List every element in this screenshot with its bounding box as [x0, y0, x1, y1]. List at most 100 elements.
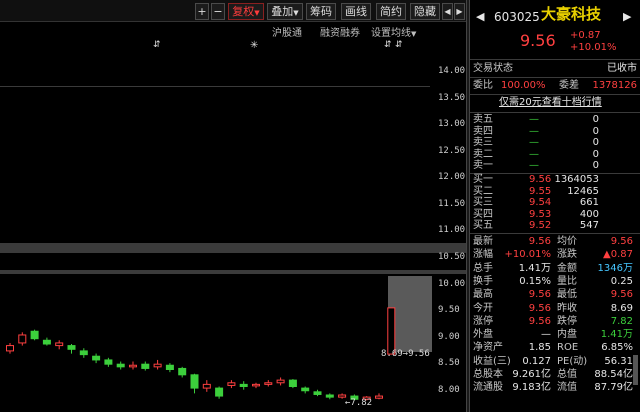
level-volume: 661	[579, 197, 599, 208]
scroll-left-icon[interactable]: ◀	[476, 11, 484, 23]
quote-value: 9.183亿	[512, 382, 551, 394]
candle-body	[190, 374, 199, 389]
candle-body	[375, 395, 383, 399]
candle-body	[313, 391, 322, 395]
ask-level: 卖五 — 0	[473, 114, 637, 126]
level-price: —	[529, 114, 539, 125]
quote-value: +10.01%	[504, 249, 551, 261]
candle-body	[178, 367, 187, 376]
ask-level: 卖二 — 0	[473, 149, 637, 161]
level-price: —	[529, 125, 539, 137]
quote-value: —	[541, 329, 551, 341]
candle	[276, 377, 285, 386]
diff-label: 委差	[559, 80, 579, 91]
candle-body	[252, 383, 260, 387]
ask-level: 卖三 — 0	[473, 137, 637, 149]
quote-row: 总股本 9.261亿 总值 88.54亿	[473, 369, 637, 381]
scroll-right-icon[interactable]: ▶	[623, 11, 631, 23]
quote-label: 总股本	[473, 369, 503, 380]
candle	[202, 380, 211, 392]
quote-value: 9.56	[528, 315, 551, 327]
separator	[470, 77, 640, 78]
separator	[470, 94, 640, 95]
quote-row: 收益(三) 0.127 PE(动) 56.31	[473, 356, 637, 368]
candle	[18, 332, 27, 346]
level-price: 9.53	[529, 208, 552, 220]
quote-label: 最低	[557, 289, 577, 301]
candle	[301, 386, 310, 394]
ask-level: 卖一 — 0	[473, 160, 637, 172]
quote-value: 9.56	[528, 236, 551, 247]
bid-level: 买二 9.55 12465	[473, 186, 637, 198]
candle-body	[55, 342, 64, 347]
bid-level: 买三 9.54 661	[473, 197, 637, 209]
quote-value: 9.56	[610, 289, 633, 301]
quote-value: 1.41万	[600, 329, 633, 341]
candle	[116, 361, 125, 370]
quote-label: 内盘	[557, 329, 577, 341]
candle-body	[129, 364, 137, 368]
quote-label: 涨跌	[557, 249, 577, 261]
quote-value: ▲0.87	[603, 249, 633, 261]
candle-body	[239, 383, 248, 387]
quote-label: 昨收	[557, 302, 577, 314]
quote-label: 金额	[557, 262, 577, 274]
level-volume: 0	[592, 148, 599, 160]
quote-label: 涨幅	[473, 249, 493, 261]
level2-row: 仅需20元查看十档行情	[473, 97, 637, 109]
order-ratio-row: 委比 100.00% 委差 1378126	[473, 80, 637, 92]
candle-body	[301, 387, 310, 392]
candle	[165, 363, 174, 373]
level-volume: 12465	[567, 185, 599, 197]
quote-label: 最高	[473, 289, 493, 301]
candle-body	[288, 379, 297, 387]
candle-body	[42, 339, 51, 345]
quote-value: 87.79亿	[594, 382, 633, 394]
kline-chart-area[interactable]: + − 复权▼ 叠加▼ 筹码 画线 简约 隐藏 ◀ ▶ 沪股通 融资融券 设置均…	[0, 0, 466, 412]
level-price: 9.56	[529, 174, 552, 185]
candle	[325, 393, 334, 400]
candle-body	[79, 350, 88, 356]
quote-label: 流通股	[473, 382, 503, 394]
candle-body	[264, 382, 273, 385]
candle	[239, 381, 248, 390]
quote-row: 换手 0.15% 量比 0.25	[473, 276, 637, 288]
quote-row: 涨停 9.56 跌停 7.82	[473, 316, 637, 328]
quote-value: 9.56	[528, 289, 551, 301]
level-volume: 1364053	[554, 174, 599, 185]
candle	[141, 361, 150, 371]
candle	[387, 307, 396, 355]
candle	[6, 342, 14, 354]
candle	[375, 393, 383, 400]
level-label: 卖三	[473, 137, 493, 148]
quote-label: 收益(三)	[473, 355, 511, 367]
level2-link[interactable]: 仅需20元查看十档行情	[499, 97, 602, 109]
trade-status-value: 已收市	[607, 63, 637, 74]
level-label: 买三	[473, 197, 493, 208]
candle	[313, 389, 322, 397]
quote-label: 总手	[473, 262, 493, 274]
quote-label: 涨停	[473, 315, 493, 327]
level-price: —	[529, 148, 539, 160]
level-volume: 547	[579, 220, 599, 231]
candle	[178, 366, 187, 378]
candle	[42, 337, 51, 346]
level-volume: 0	[592, 160, 599, 171]
candle-body	[141, 363, 150, 369]
candle-body	[153, 363, 162, 368]
separator	[470, 112, 640, 113]
ratio-value: 100.00%	[501, 80, 546, 91]
quote-value: 9.261亿	[512, 369, 551, 380]
level-label: 卖四	[473, 125, 493, 137]
candle-body	[276, 379, 285, 384]
candle-body	[30, 330, 39, 340]
level-label: 买二	[473, 185, 493, 197]
level-label: 卖一	[473, 160, 493, 171]
quote-value: 1.85	[528, 342, 551, 354]
quote-value: 8.69	[610, 302, 633, 314]
candle	[264, 380, 273, 387]
quote-label: 跌停	[557, 315, 577, 327]
quote-label: PE(动)	[557, 355, 588, 367]
level-label: 买一	[473, 174, 493, 185]
quote-label: ROE	[557, 342, 579, 354]
